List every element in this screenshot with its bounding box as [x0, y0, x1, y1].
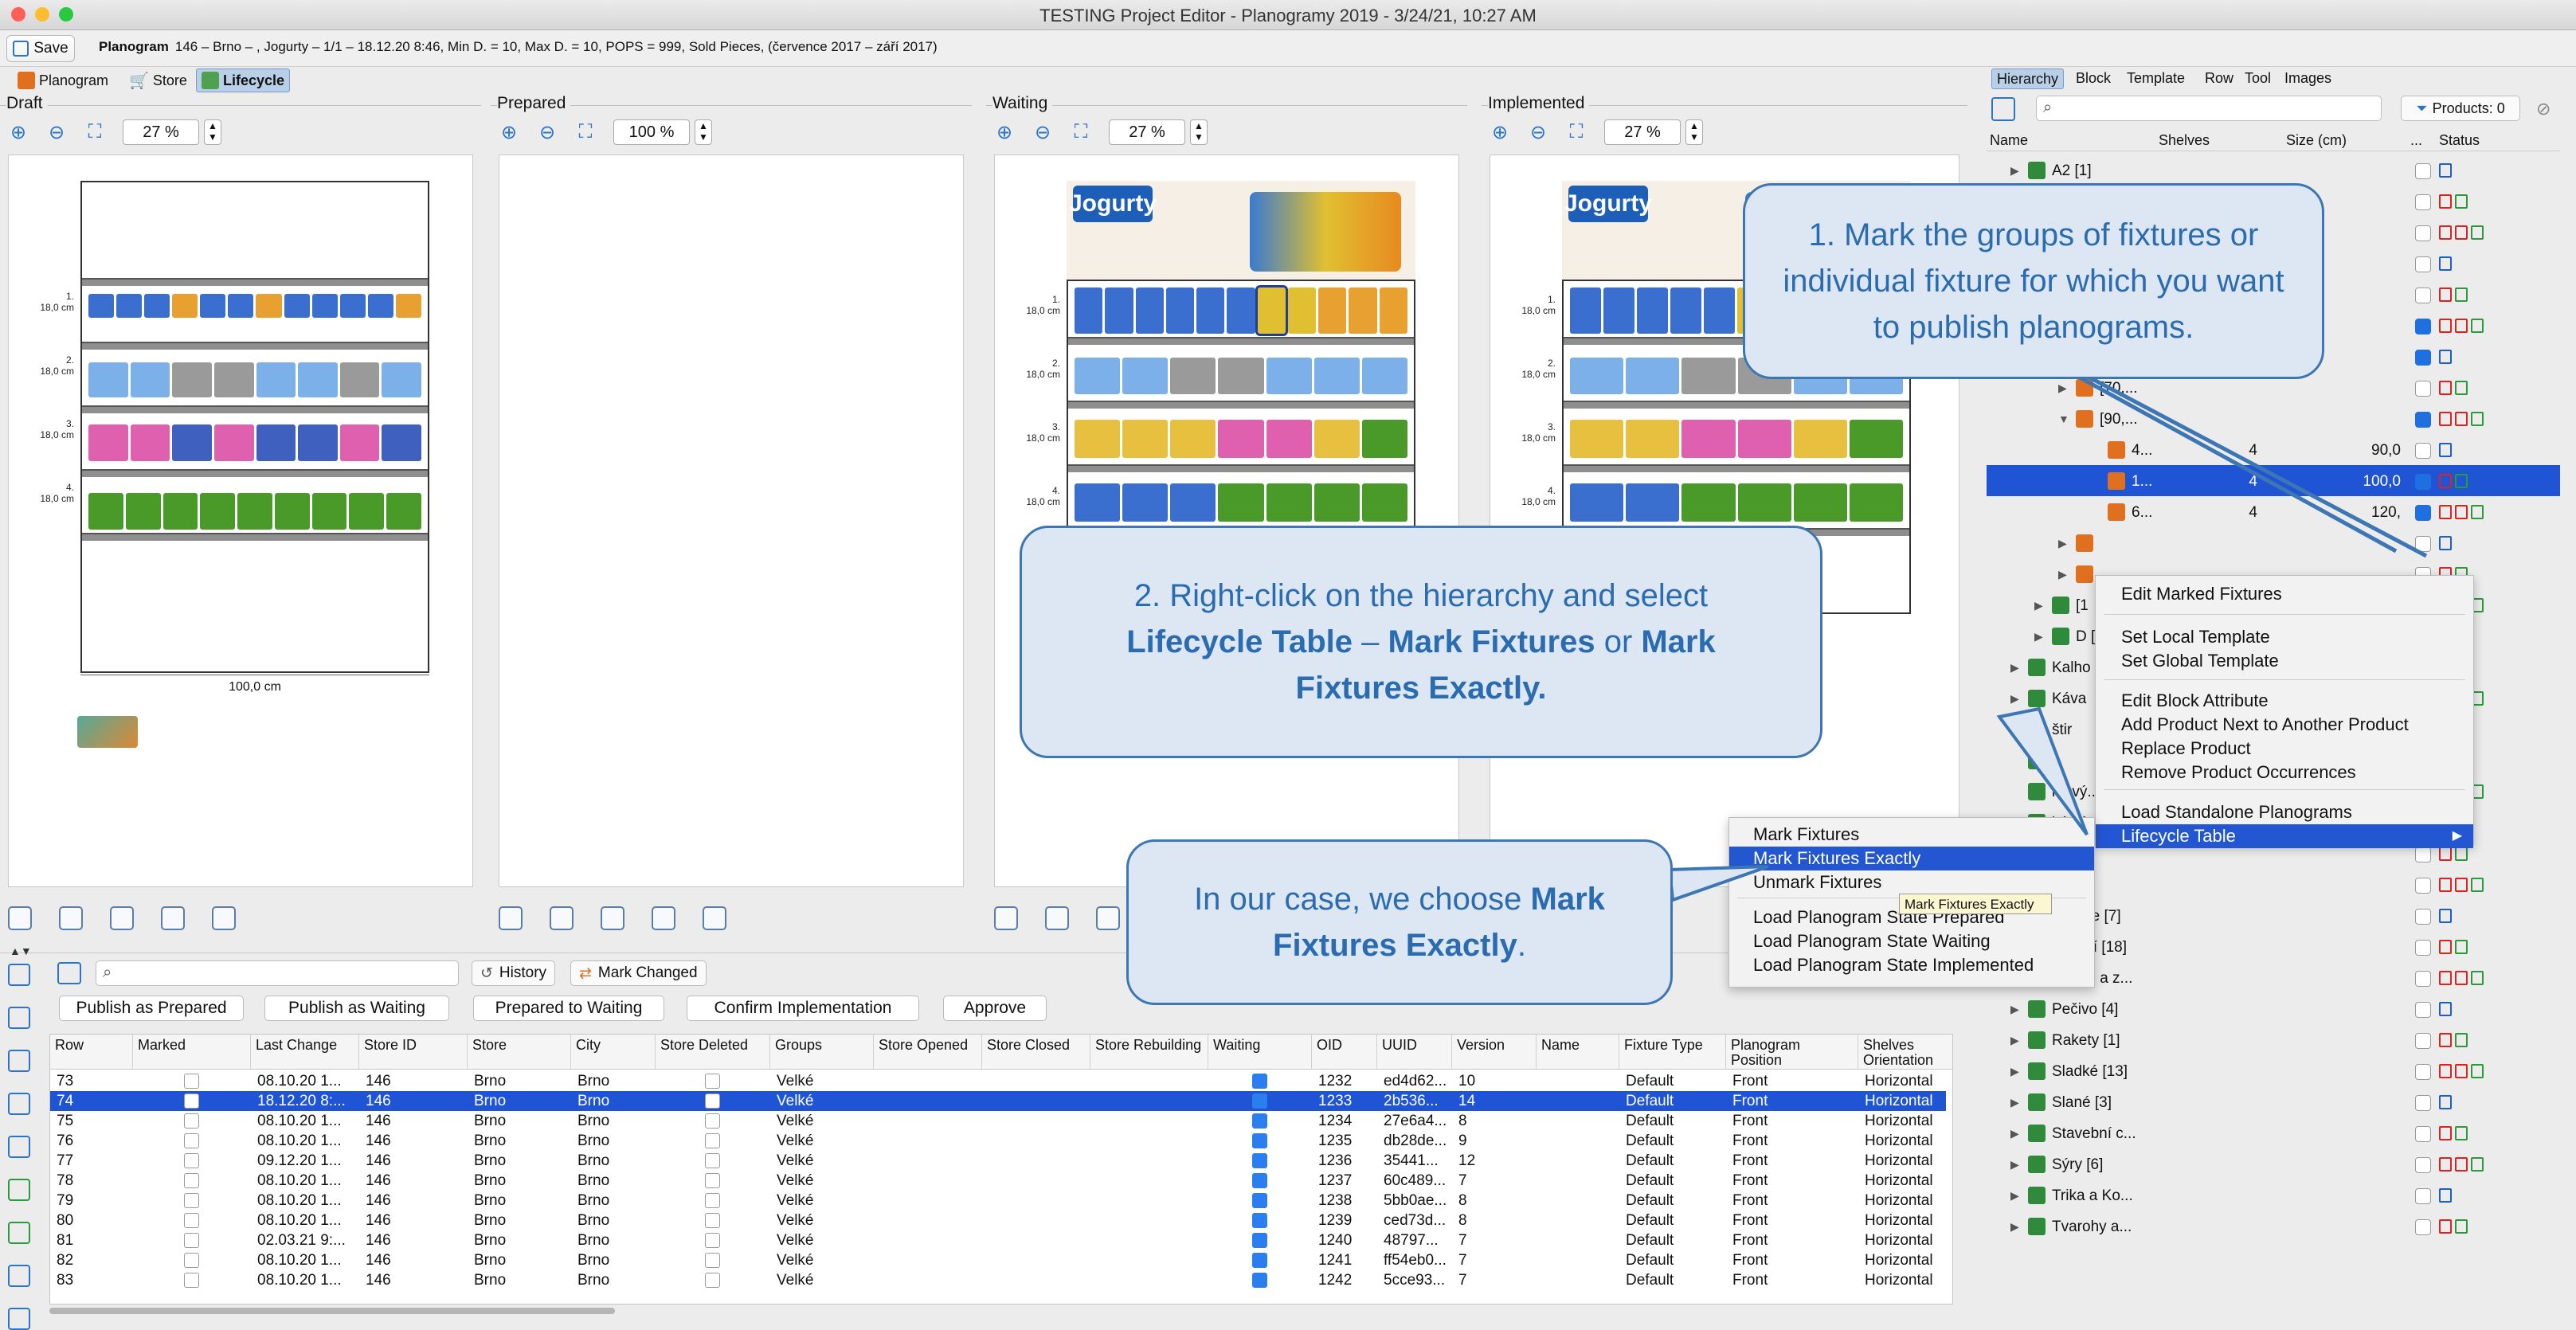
callout-step-2-text: 2. Right-click on the hierarchy and sele… [1133, 578, 1709, 613]
pointer-3 [1667, 865, 1769, 902]
callout-step-1-text: 1. Mark the groups of fixtures or indivi… [1783, 217, 2284, 345]
callout-step-2-lifecycle: Lifecycle Table [1126, 624, 1353, 659]
callout-step-2: 2. Right-click on the hierarchy and sele… [1020, 526, 1822, 758]
pointer-line-2 [2069, 370, 2398, 554]
callout-step-3: In our case, we choose Mark Fixtures Exa… [1126, 839, 1673, 1005]
pointer-2 [1996, 706, 2089, 836]
callout-step-3-end: . [1517, 928, 1526, 963]
pointer-line-1 [2079, 370, 2428, 558]
callout-step-2-dash: – [1353, 624, 1388, 659]
callout-step-2-mark: Mark Fixtures [1388, 624, 1595, 659]
callout-step-3-text: In our case, we choose [1194, 882, 1531, 917]
callout-step-1: 1. Mark the groups of fixtures or indivi… [1743, 183, 2324, 379]
callout-step-2-or: or [1595, 624, 1642, 659]
